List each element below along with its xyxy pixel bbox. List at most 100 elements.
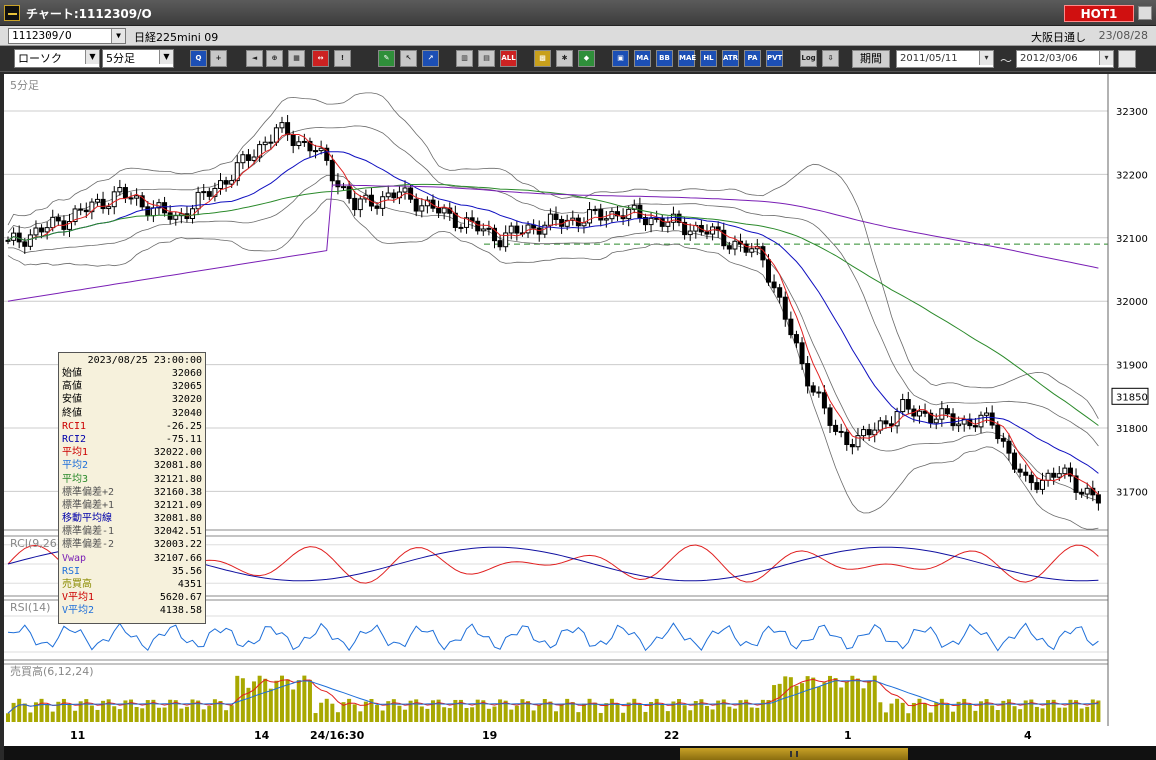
- calendar-icon[interactable]: ▾: [1099, 51, 1113, 65]
- candle-body: [810, 385, 816, 393]
- volume-bar: [973, 710, 978, 722]
- crosshair-icon[interactable]: +: [210, 50, 227, 67]
- pa-button[interactable]: PA: [744, 50, 761, 67]
- color-icon[interactable]: ◆: [578, 50, 595, 67]
- volume-bar: [28, 712, 33, 722]
- candle-body: [592, 209, 598, 212]
- volume-bar: [520, 699, 525, 722]
- tooltip-label: V平均1: [62, 592, 95, 604]
- volume-bar: [816, 686, 821, 722]
- interval-select[interactable]: 5分足 ▼: [102, 49, 174, 68]
- candle-body: [1039, 479, 1045, 490]
- candle-tool-icon[interactable]: ▥: [456, 50, 473, 67]
- candle-body: [777, 287, 783, 298]
- tooltip-row: 終値 32040: [62, 407, 202, 420]
- candle-body: [788, 318, 794, 336]
- volume-bar: [537, 705, 542, 722]
- compare-icon[interactable]: ↔: [312, 50, 329, 67]
- grid-icon[interactable]: ▩: [534, 50, 551, 67]
- time-scrollbar[interactable]: [4, 746, 1156, 760]
- magnify-icon[interactable]: ⊕: [266, 50, 283, 67]
- volume-bar: [252, 681, 257, 722]
- hot-button[interactable]: HOT1: [1064, 5, 1134, 22]
- calendar-icon[interactable]: ▾: [979, 51, 993, 65]
- price-tick: 32000: [1116, 297, 1148, 308]
- mae-button[interactable]: MAE: [678, 50, 696, 67]
- export-icon[interactable]: ⇩: [822, 50, 839, 67]
- candle-body: [145, 206, 151, 217]
- candle-body: [793, 334, 799, 344]
- volume-bar: [419, 706, 424, 722]
- pencil-icon[interactable]: ✎: [378, 50, 395, 67]
- ma-button[interactable]: MA: [634, 50, 651, 67]
- tooltip-value: 32020: [171, 394, 202, 406]
- tooltip-row: V平均2 4138.58: [62, 604, 202, 617]
- line-tool-icon[interactable]: ↗: [422, 50, 439, 67]
- tooltip-value: 4351: [177, 579, 202, 590]
- candle-body: [162, 202, 168, 214]
- volume-bar: [654, 698, 659, 722]
- volume-bar: [805, 676, 810, 722]
- volume-bar: [593, 702, 598, 722]
- candle-body: [1079, 491, 1085, 495]
- hl-button[interactable]: HL: [700, 50, 717, 67]
- price-tick: 31900: [1116, 361, 1148, 372]
- wrench-icon[interactable]: ✱: [556, 50, 573, 67]
- atr-button[interactable]: ATR: [722, 50, 739, 67]
- volume-bar: [134, 706, 139, 722]
- cursor-icon[interactable]: ↖: [400, 50, 417, 67]
- symbol-code-input[interactable]: 1112309/O ▼: [8, 28, 126, 44]
- volume-bar: [162, 707, 167, 722]
- volume-bar: [302, 675, 307, 722]
- volume-bar: [923, 703, 928, 722]
- period-button[interactable]: 期間: [852, 50, 890, 68]
- candle-body: [341, 186, 347, 189]
- volume-bar: [1079, 708, 1084, 722]
- bb-button[interactable]: BB: [656, 50, 673, 67]
- log-button[interactable]: Log: [800, 50, 817, 67]
- chevron-down-icon[interactable]: ▼: [111, 29, 125, 43]
- volume-bar: [442, 707, 447, 722]
- candle-body: [900, 399, 906, 413]
- volume-bar: [833, 678, 838, 722]
- volume-bar: [777, 683, 782, 722]
- info-icon[interactable]: !: [334, 50, 351, 67]
- all-button[interactable]: ALL: [500, 50, 517, 67]
- candle-body: [782, 296, 788, 320]
- scroll-left-icon[interactable]: ◄: [246, 50, 263, 67]
- candle-body: [1056, 473, 1062, 478]
- volume-bar: [995, 710, 1000, 722]
- volume-bar: [637, 703, 642, 722]
- candle-body: [1023, 471, 1029, 476]
- volume-bar: [704, 705, 709, 722]
- apply-checkbox[interactable]: [1118, 50, 1136, 68]
- candle-body: [117, 187, 123, 193]
- candle-body: [128, 197, 134, 200]
- candle-body: [547, 213, 553, 226]
- tooltip-value: 32107.66: [153, 552, 202, 564]
- candle-body: [5, 239, 11, 242]
- chevron-down-icon[interactable]: ▼: [85, 50, 99, 64]
- window-control-icon[interactable]: [1138, 6, 1152, 20]
- candle-body: [866, 429, 872, 436]
- candle-body: [296, 141, 302, 147]
- bar-tool-icon[interactable]: ▤: [478, 50, 495, 67]
- tooltip-label: 移動平均線: [62, 513, 112, 525]
- candle-body: [78, 208, 84, 211]
- candle-body: [609, 211, 615, 220]
- chevron-down-icon[interactable]: ▼: [159, 50, 173, 64]
- zoom-icon[interactable]: Q: [190, 50, 207, 67]
- scrollbar-thumb[interactable]: [680, 748, 908, 760]
- layout-icon[interactable]: ▦: [288, 50, 305, 67]
- candle-body: [1006, 440, 1012, 454]
- volume-bar: [900, 702, 905, 722]
- price-tick: 32200: [1116, 170, 1148, 181]
- indicator-icon[interactable]: ▣: [612, 50, 629, 67]
- pvt-button[interactable]: PVT: [766, 50, 783, 67]
- to-date-input[interactable]: 2012/03/06 ▾: [1016, 50, 1114, 68]
- volume-bar: [11, 702, 16, 722]
- chart-type-select[interactable]: ローソク ▼: [14, 49, 100, 68]
- candle-body: [704, 231, 710, 235]
- candle-body: [33, 227, 39, 236]
- from-date-input[interactable]: 2011/05/11 ▾: [896, 50, 994, 68]
